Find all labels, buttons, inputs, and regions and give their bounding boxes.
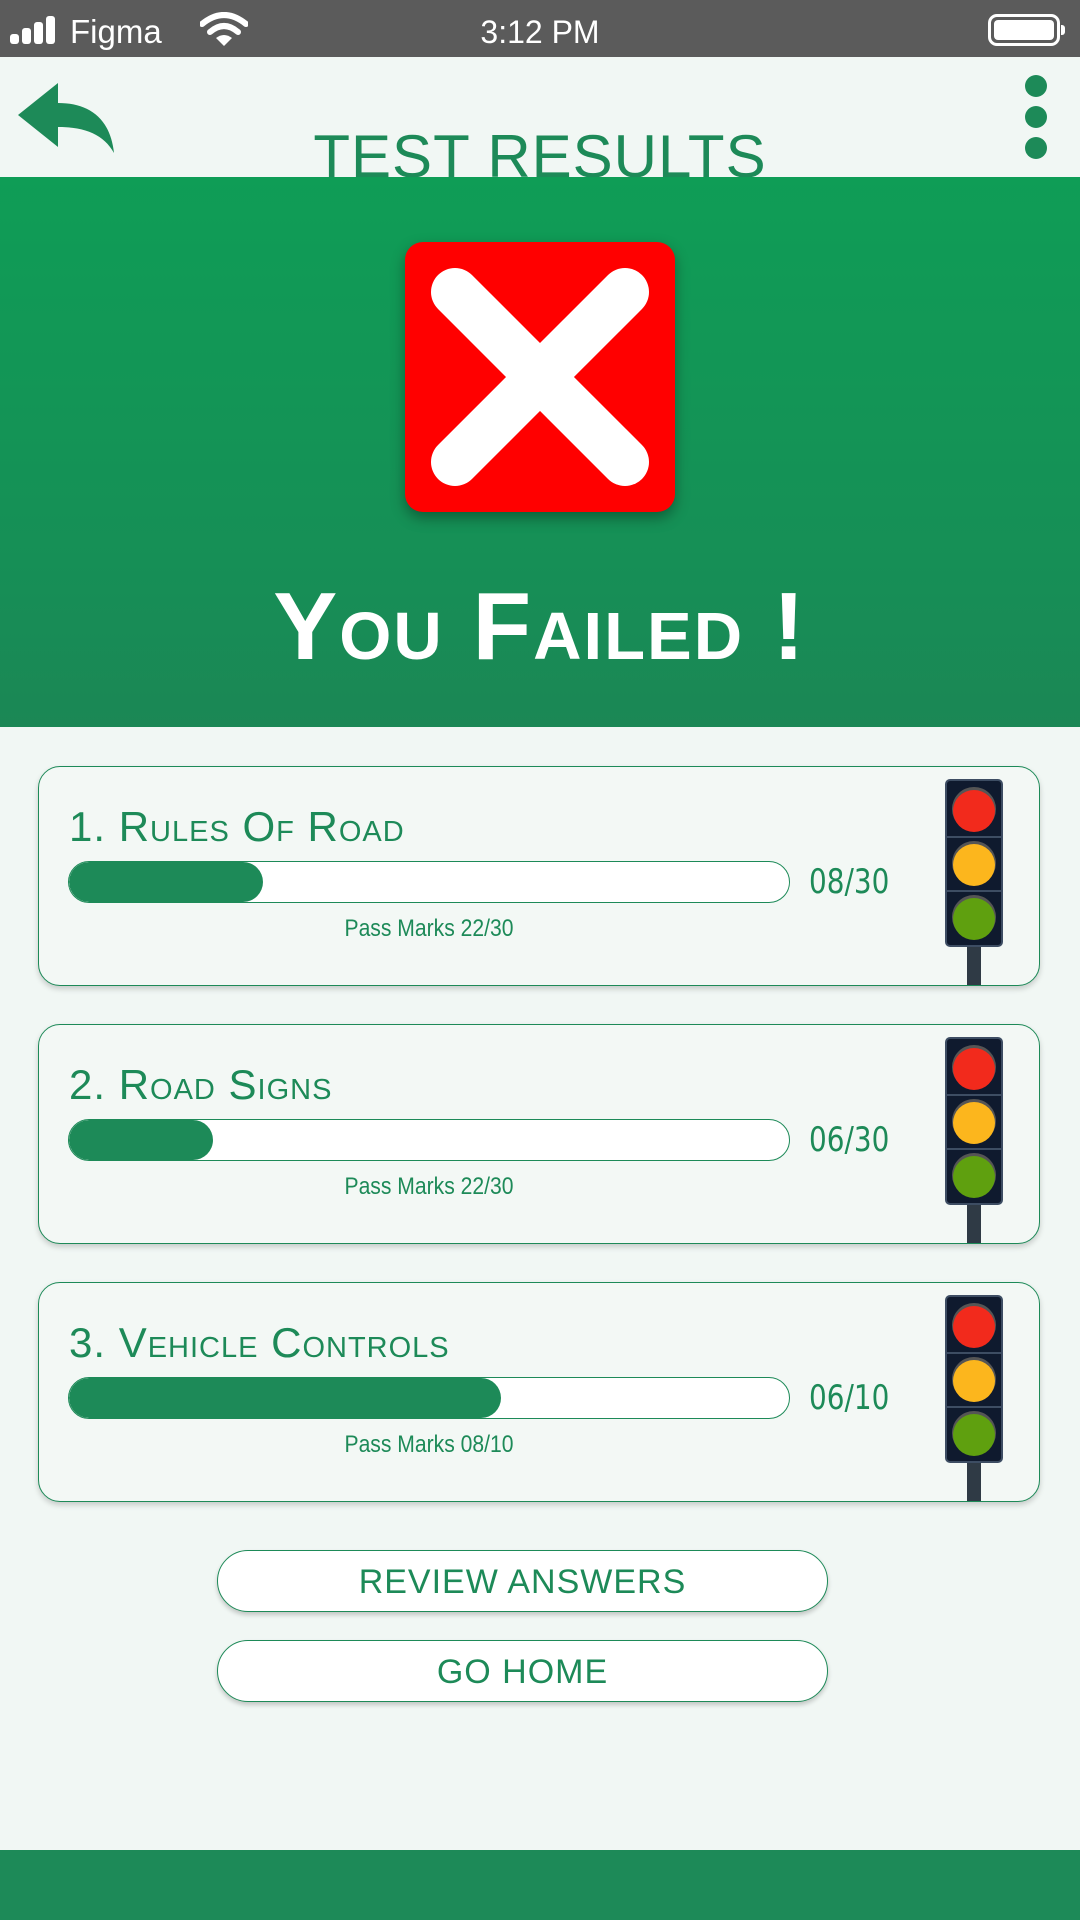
section-card: 3. Vehicle Controls 06/10 Pass Marks 08/… xyxy=(38,1282,1040,1502)
go-home-button[interactable]: GO HOME xyxy=(217,1640,828,1702)
traffic-light-icon xyxy=(945,1295,1003,1501)
progress-bar xyxy=(68,1377,790,1419)
battery-icon xyxy=(988,14,1065,46)
app-bar: TEST RESULTS xyxy=(0,57,1080,189)
progress-bar xyxy=(68,1119,790,1161)
section-card: 2. Road Signs 06/30 Pass Marks 22/30 xyxy=(38,1024,1040,1244)
section-card: 1. Rules Of Road 08/30 Pass Marks 22/30 xyxy=(38,766,1040,986)
pass-marks: Pass Marks 22/30 xyxy=(344,1173,514,1200)
pass-marks: Pass Marks 22/30 xyxy=(344,915,514,942)
status-time: 3:12 PM xyxy=(480,14,600,50)
review-answers-button[interactable]: REVIEW ANSWERS xyxy=(217,1550,828,1612)
section-title: 1. Rules Of Road xyxy=(69,803,405,850)
pass-marks: Pass Marks 08/10 xyxy=(344,1431,514,1458)
more-vertical-icon[interactable] xyxy=(1020,75,1052,165)
progress-fill xyxy=(69,1378,501,1418)
section-score: 06/10 xyxy=(809,1378,890,1418)
red-x-icon xyxy=(405,242,675,512)
progress-bar xyxy=(68,861,790,903)
progress-fill xyxy=(69,862,264,902)
section-title: 3. Vehicle Controls xyxy=(69,1319,450,1366)
section-score: 06/30 xyxy=(809,1120,890,1160)
bottom-bar xyxy=(0,1850,1080,1920)
traffic-light-icon xyxy=(945,779,1003,985)
traffic-light-icon xyxy=(945,1037,1003,1243)
progress-fill xyxy=(69,1120,213,1160)
section-score: 08/30 xyxy=(809,862,890,902)
status-bar: Figma 3:12 PM xyxy=(0,0,1080,57)
result-banner: You Failed ! xyxy=(0,177,1080,727)
result-title: You Failed ! xyxy=(273,573,807,680)
section-title: 2. Road Signs xyxy=(69,1061,333,1108)
